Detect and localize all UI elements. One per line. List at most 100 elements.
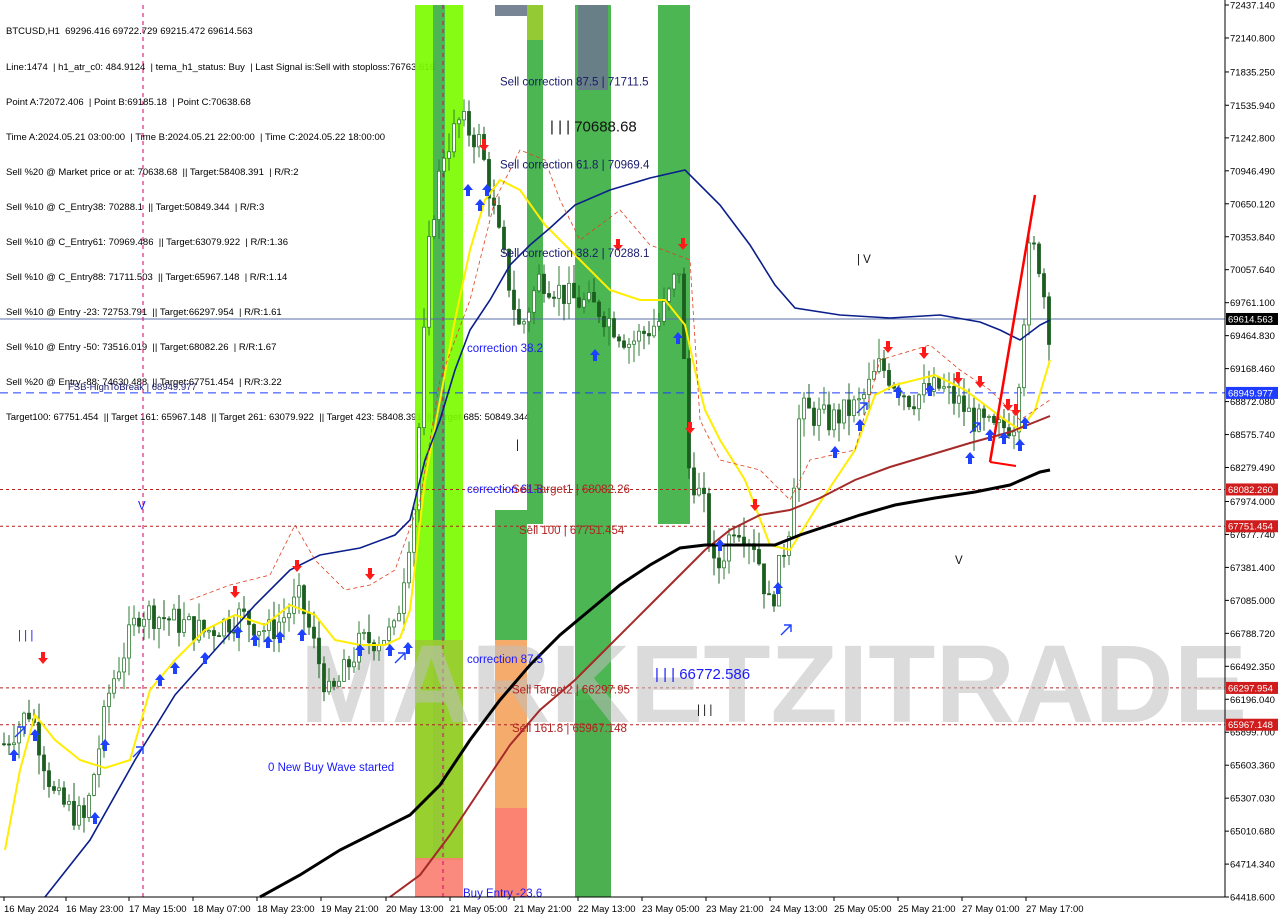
annotation-label: Sell correction 38.2 | 70288.1 [500, 248, 649, 260]
candle-body [342, 659, 346, 682]
x-tick-label: 21 May 21:00 [514, 904, 572, 915]
y-tick-label: 64418.600 [1230, 893, 1275, 904]
candle-body [177, 608, 181, 633]
candle-body [722, 560, 726, 569]
candle-body [672, 273, 676, 290]
y-tick-label: 70650.120 [1230, 199, 1275, 210]
x-tick-label: 18 May 07:00 [193, 904, 251, 915]
candle-body [992, 415, 996, 424]
sell-arrow-icon [230, 586, 240, 598]
signal-zone [658, 5, 690, 524]
candle-body [717, 557, 721, 569]
y-tick-label: 71242.800 [1230, 133, 1275, 144]
candle-body [412, 509, 416, 553]
candle-body [852, 399, 856, 416]
candle-body [282, 617, 286, 623]
candle-body [637, 330, 641, 342]
candle-body [57, 787, 61, 791]
candle-body [912, 406, 916, 410]
candle-body [427, 236, 431, 328]
candle-body [772, 594, 776, 607]
candle-body [587, 292, 591, 301]
candle-body [552, 296, 556, 299]
y-tick-label: 64714.340 [1230, 860, 1275, 871]
buy-arrow-icon [830, 446, 840, 458]
candle-body [1037, 243, 1041, 275]
candle-body [442, 157, 446, 172]
candle-body [792, 487, 796, 537]
candle-body [837, 409, 841, 424]
candle-body [107, 692, 111, 707]
candle-body [122, 657, 126, 673]
x-tick-label: 16 May 2024 [4, 904, 59, 915]
y-tick-label: 66788.720 [1230, 629, 1275, 640]
candle-body [37, 722, 41, 756]
signal-zone [495, 808, 527, 897]
candle-body [87, 795, 91, 818]
candle-body [307, 613, 311, 628]
candle-body [117, 671, 121, 680]
candle-body [627, 343, 631, 348]
annotation-label: | | | [18, 630, 33, 642]
candle-body [1042, 273, 1046, 298]
candle-body [842, 399, 846, 424]
sell-arrow-icon [975, 376, 985, 388]
y-tick-label: 69761.100 [1230, 298, 1275, 309]
x-tick-label: 21 May 05:00 [450, 904, 508, 915]
candle-body [757, 549, 761, 565]
candle-body [12, 742, 16, 746]
y-tick-label: 68575.740 [1230, 430, 1275, 441]
candle-body [847, 399, 851, 416]
candle-body [127, 624, 131, 659]
y-tick-label: 70057.640 [1230, 265, 1275, 276]
y-tick-label: 65603.360 [1230, 761, 1275, 772]
candle-body [332, 680, 336, 687]
annotation-label: correction 87.5 [467, 654, 543, 666]
candle-body [907, 396, 911, 408]
candle-body [77, 805, 81, 826]
candle-body [557, 284, 561, 299]
candle-body [607, 318, 611, 328]
annotation-label: Sell 161.8 | 65967.148 [512, 723, 627, 735]
annotation-label: Buy Entry -23.6 [463, 888, 542, 900]
candle-body [567, 282, 571, 304]
candle-body [562, 284, 566, 304]
y-tick-label: 69464.830 [1230, 331, 1275, 342]
candle-body [532, 290, 536, 313]
candle-body [597, 301, 601, 317]
candle-body [832, 409, 836, 431]
buy-arrow-icon [9, 749, 19, 761]
annotation-label: Sell 100 | 67751.454 [519, 525, 625, 537]
candle-body [337, 680, 341, 687]
candle-body [867, 378, 871, 395]
price-tag-label: 68082.260 [1228, 485, 1273, 496]
candle-body [967, 407, 971, 412]
watermark: MARKETZITRADE [300, 623, 1247, 746]
candle-body [207, 630, 211, 633]
candle-body [392, 620, 396, 628]
candle-body [387, 626, 391, 641]
buy-arrow-icon [475, 199, 485, 211]
x-tick-label: 24 May 13:00 [770, 904, 828, 915]
candle-body [97, 748, 101, 775]
candle-body [7, 743, 11, 746]
watermark-text: MARKETZITRADE [300, 623, 1247, 746]
y-tick-label: 65010.680 [1230, 827, 1275, 838]
candle-body [152, 605, 156, 629]
candle-body [452, 123, 456, 153]
candle-body [42, 754, 46, 772]
candle-body [157, 617, 161, 629]
candle-body [112, 678, 116, 694]
price-chart[interactable]: MARKETZITRADE Sell correction 87.5 | 717… [0, 0, 1280, 920]
candle-body [982, 408, 986, 418]
candle-body [577, 297, 581, 308]
candle-body [27, 712, 31, 720]
candle-body [887, 370, 891, 386]
candle-body [962, 395, 966, 412]
candle-body [942, 386, 946, 389]
fsb-label: FSB-HighToBreak | 68949.977 [68, 382, 197, 393]
candle-body [952, 386, 956, 404]
candle-body [312, 626, 316, 639]
candle-body [2, 743, 6, 746]
candle-body [82, 805, 86, 818]
